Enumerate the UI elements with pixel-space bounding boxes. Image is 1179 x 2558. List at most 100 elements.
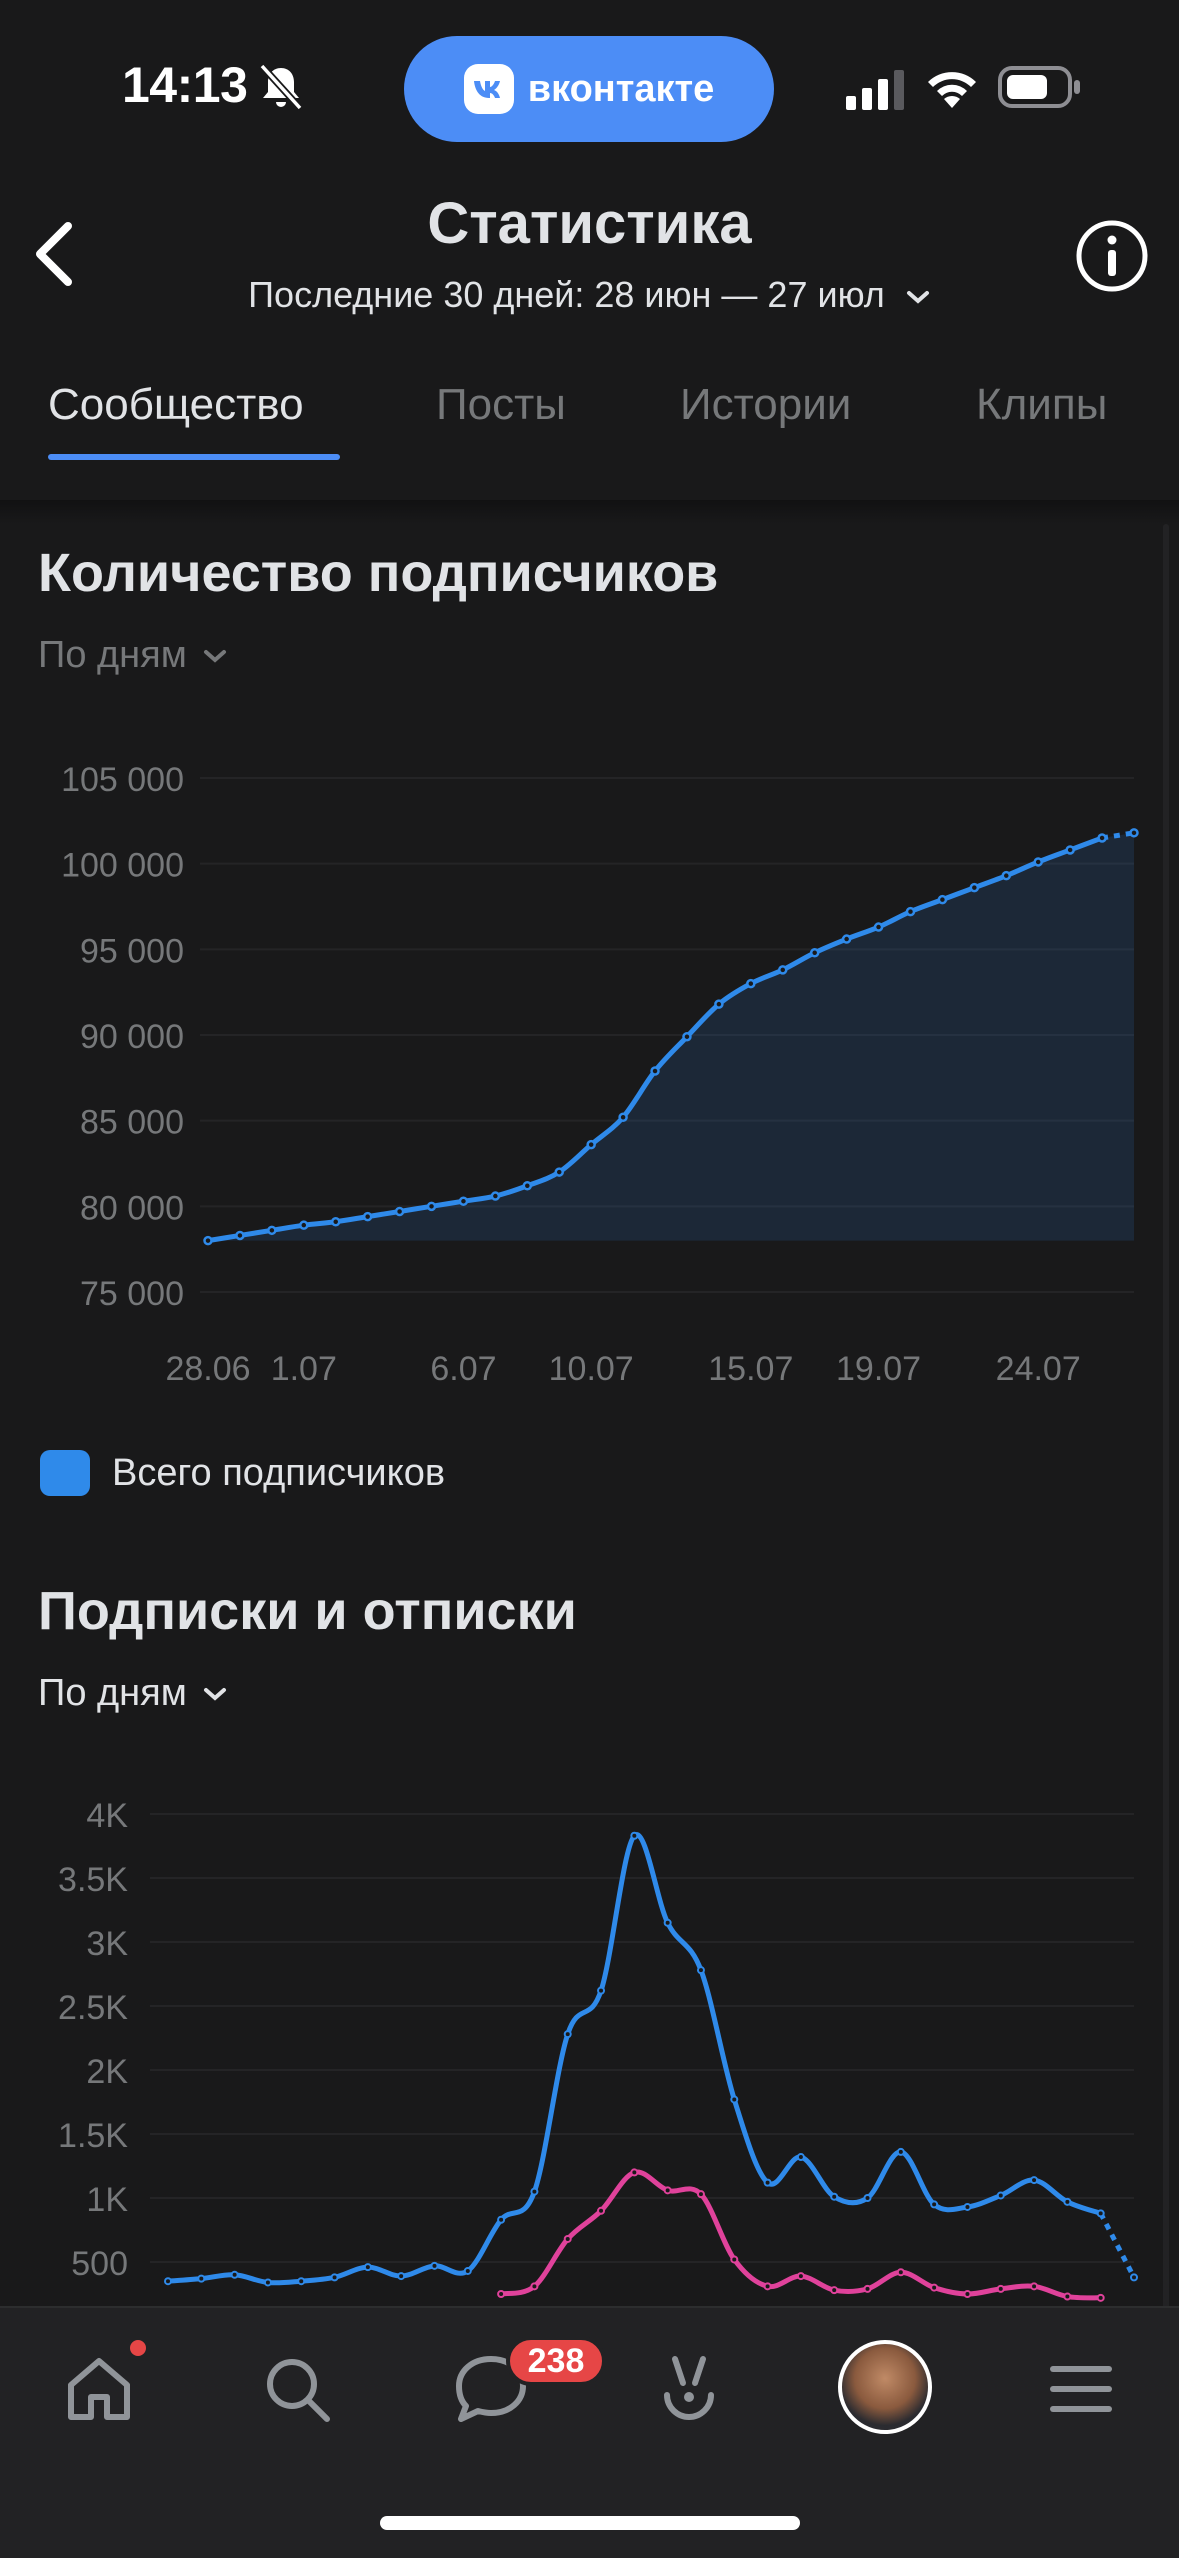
- home-icon: [68, 2358, 130, 2420]
- subscribers-grouping-dropdown[interactable]: По дням: [38, 634, 227, 677]
- menu-tab[interactable]: [1036, 2344, 1126, 2434]
- x-tick-label: 24.07: [996, 1350, 1081, 1388]
- data-point: [1129, 828, 1139, 838]
- data-point: [597, 1986, 606, 1995]
- vk-app-pill[interactable]: вконтакте: [404, 36, 774, 142]
- data-point: [522, 1181, 533, 1191]
- notification-dot: [130, 2340, 146, 2356]
- search-tab[interactable]: [252, 2344, 342, 2434]
- data-point: [263, 2278, 272, 2287]
- data-point: [663, 1918, 672, 1927]
- data-point: [297, 2277, 306, 2286]
- y-tick-label: 80 000: [80, 1189, 184, 1227]
- y-tick-label: 2.5K: [58, 1989, 128, 2027]
- data-point: [463, 2266, 472, 2275]
- x-tick-label: 10.07: [549, 1350, 634, 1388]
- y-tick-label: 3K: [86, 1925, 128, 1963]
- chart-legend: Всего подписчиков: [40, 1450, 445, 1496]
- page-title: Статистика: [427, 191, 752, 256]
- tab-stories[interactable]: Истории: [680, 380, 851, 430]
- battery-icon: [998, 66, 1080, 108]
- tab-community[interactable]: Сообщество: [48, 380, 304, 430]
- data-point: [650, 1066, 660, 1076]
- data-point: [618, 1112, 628, 1122]
- data-point: [763, 2178, 772, 2187]
- y-tick-label: 1K: [86, 2181, 128, 2219]
- data-point: [763, 2282, 772, 2291]
- series-area: [208, 832, 1134, 1241]
- data-point: [873, 922, 884, 932]
- follows-grouping-dropdown[interactable]: По дням: [38, 1672, 227, 1715]
- follows-chart: 4K 3.5K 3K 2.5K 2K 1.5K 1K 500: [58, 1797, 1138, 2302]
- data-point: [841, 934, 852, 944]
- data-point: [630, 1831, 639, 1840]
- data-point: [267, 1225, 277, 1236]
- data-point: [682, 1031, 692, 1042]
- data-point: [426, 1201, 437, 1212]
- follows-title: Подписки и отписки: [38, 1581, 577, 1641]
- data-point: [1065, 845, 1075, 855]
- data-point: [830, 2286, 839, 2295]
- x-tick-label: 28.06: [165, 1350, 250, 1388]
- chevron-down-icon: [203, 1687, 226, 1701]
- home-tab[interactable]: [54, 2344, 144, 2434]
- subscribers-chart: 105 000 100 000 95 000 90 000 85 000 80 000 75…: [61, 761, 1139, 1388]
- y-tick-label: 100 000: [61, 847, 184, 885]
- y-tick-label: 75 000: [80, 1275, 184, 1313]
- y-tick-label: 1.5K: [58, 2117, 128, 2155]
- y-tick-label: 500: [71, 2245, 128, 2283]
- wifi-icon: [928, 72, 976, 108]
- signal-icon: [846, 70, 904, 110]
- data-point: [863, 2284, 872, 2293]
- data-point: [230, 2270, 239, 2279]
- status-time: 14:13: [122, 57, 248, 113]
- data-point: [809, 948, 820, 958]
- data-point: [597, 2206, 606, 2215]
- header: Статистика Последние 30 дней: 28 июн — 2…: [0, 180, 1179, 330]
- data-point: [996, 2191, 1005, 2200]
- vk-logo-icon: [463, 64, 514, 114]
- data-point: [696, 2190, 705, 2199]
- tab-clips[interactable]: Клипы: [976, 380, 1107, 430]
- y-tick-label: 4K: [86, 1797, 128, 1835]
- data-point: [530, 2187, 539, 2196]
- vk-pill-label: вконтакте: [527, 67, 715, 110]
- data-point: [430, 2261, 439, 2270]
- data-point: [863, 2194, 872, 2202]
- menu-icon: [1050, 2366, 1112, 2412]
- dropdown-label: По дням: [38, 1672, 187, 1714]
- data-point: [1096, 2209, 1105, 2218]
- data-point: [394, 1206, 405, 1217]
- data-point: [497, 2215, 506, 2224]
- data-point: [530, 2282, 539, 2291]
- data-point: [630, 2168, 639, 2177]
- period-selector[interactable]: Последние 30 дней: 28 июн — 27 июл: [0, 274, 1179, 316]
- data-point: [896, 2147, 905, 2156]
- data-point: [1096, 2293, 1105, 2302]
- clips-tab[interactable]: [644, 2344, 734, 2434]
- data-point: [330, 2273, 339, 2282]
- y-tick-label: 3.5K: [58, 1861, 128, 1899]
- y-tick-label: 85 000: [80, 1104, 184, 1142]
- data-point: [554, 1167, 564, 1177]
- subscribes-line: [167, 1832, 1102, 2286]
- data-point: [1130, 2273, 1138, 2282]
- data-point: [458, 1196, 469, 1206]
- period-label: Последние 30 дней: 28 июн — 27 июл: [248, 274, 885, 315]
- subscribes-projection: [1098, 2212, 1137, 2279]
- data-point: [1063, 2292, 1072, 2301]
- data-point: [490, 1191, 501, 1201]
- data-point: [1030, 2176, 1039, 2185]
- legend-swatch[interactable]: [40, 1450, 90, 1496]
- data-point: [362, 1211, 373, 1222]
- y-tick-label: 90 000: [80, 1018, 184, 1056]
- data-point: [1030, 2282, 1039, 2291]
- search-icon: [267, 2359, 330, 2422]
- data-point: [696, 1966, 705, 1975]
- data-point: [563, 2030, 572, 2039]
- avatar[interactable]: [838, 2340, 932, 2434]
- data-point: [778, 965, 788, 975]
- info-icon[interactable]: [1074, 218, 1150, 294]
- data-point: [830, 2192, 839, 2201]
- tab-posts[interactable]: Посты: [436, 380, 566, 430]
